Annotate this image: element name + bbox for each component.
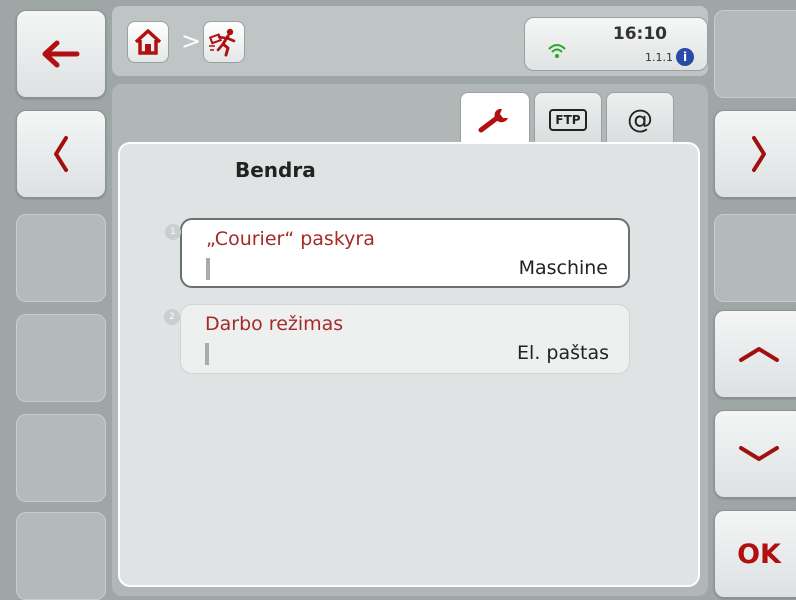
item-number: 1 — [165, 224, 181, 240]
previous-button[interactable] — [16, 110, 106, 198]
item-label: „Courier“ paskyra — [206, 228, 375, 250]
list-item-courier-account[interactable]: 1 „Courier“ paskyra Maschine — [165, 218, 630, 288]
softkey-right-1 — [714, 10, 796, 98]
softkey-right-3 — [714, 214, 796, 302]
list-item-work-mode[interactable]: 2 Darbo režimas El. paštas — [164, 304, 630, 374]
item-value: El. paštas — [517, 342, 609, 364]
item-bar — [205, 343, 209, 365]
ftp-icon: FTP — [549, 108, 587, 131]
courier-app-button[interactable] — [203, 21, 245, 63]
item-number: 2 — [164, 309, 180, 325]
item-value: Maschine — [518, 257, 608, 279]
next-button[interactable] — [714, 110, 796, 198]
chevron-down-icon — [715, 411, 796, 497]
softkey-left-6 — [16, 512, 106, 600]
scroll-up-button[interactable] — [714, 310, 796, 398]
ok-label: OK — [737, 538, 781, 570]
chevron-right-icon — [715, 111, 796, 197]
page-title: Bendra — [235, 158, 316, 182]
info-icon: i — [676, 48, 694, 66]
softkey-left-4 — [16, 314, 106, 402]
breadcrumb-separator: > — [181, 27, 202, 55]
clock-time: 16:10 — [612, 24, 667, 44]
home-button[interactable] — [127, 21, 169, 63]
item-label: Darbo režimas — [205, 313, 344, 335]
tab-settings[interactable] — [460, 92, 530, 146]
arrow-left-icon — [17, 11, 105, 97]
wifi-icon — [547, 42, 567, 64]
chevron-left-icon — [17, 111, 105, 197]
item-bar — [206, 258, 210, 280]
tab-ftp[interactable]: FTP — [534, 92, 602, 146]
header-bar: > 16:10 1.1.1 i — [112, 6, 708, 76]
wrench-icon — [478, 108, 508, 132]
home-icon — [134, 29, 162, 55]
chevron-up-icon — [715, 311, 796, 397]
softkey-left-5 — [16, 414, 106, 502]
ok-button[interactable]: OK — [714, 510, 796, 598]
version-label: 1.1.1 — [645, 51, 673, 64]
back-button[interactable] — [16, 10, 106, 98]
at-sign-icon: @ — [627, 104, 653, 135]
courier-runner-icon — [208, 28, 236, 57]
scroll-down-button[interactable] — [714, 410, 796, 498]
status-area: 16:10 1.1.1 i — [524, 17, 708, 71]
softkey-left-3 — [16, 214, 106, 302]
tab-email[interactable]: @ — [606, 92, 674, 146]
